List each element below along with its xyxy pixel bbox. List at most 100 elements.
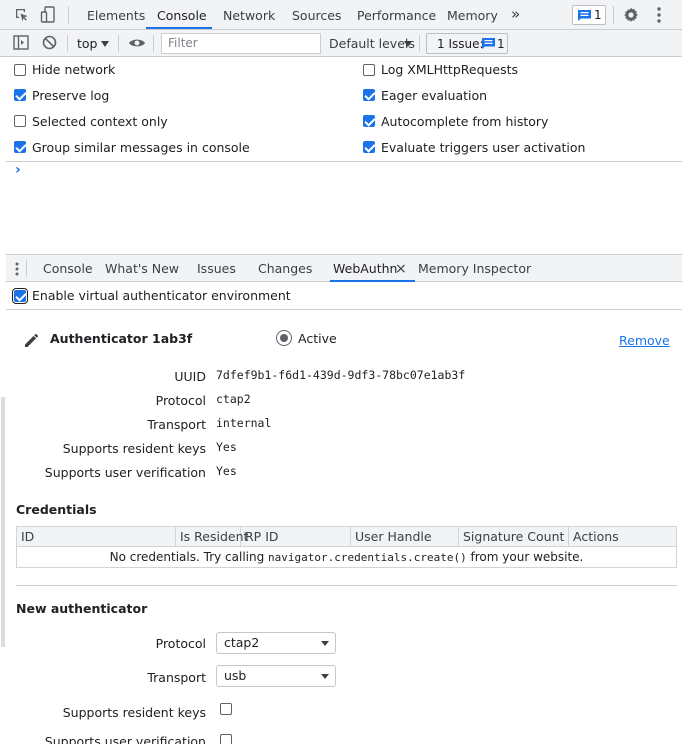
gear-icon[interactable] — [623, 7, 639, 23]
log-levels-dropdown[interactable]: Default levels — [329, 30, 415, 57]
toolbar-divider — [26, 260, 27, 277]
preserve-log-label: Preserve log — [32, 88, 110, 103]
device-toolbar-icon[interactable] — [40, 6, 56, 24]
context-selector[interactable]: top — [77, 30, 97, 57]
new-protocol-label: Protocol — [155, 636, 206, 651]
column-header-rp-id[interactable]: RP ID — [241, 527, 351, 547]
selected-context-checkbox[interactable] — [14, 115, 26, 127]
group-similar-label: Group similar messages in console — [32, 140, 250, 155]
drawer-tab-webauthn[interactable]: WebAuthn — [333, 255, 397, 282]
more-tabs-button[interactable]: » — [511, 0, 520, 30]
evaluate-triggers-label: Evaluate triggers user activation — [381, 140, 586, 155]
credentials-table-header: ID Is Resident RP ID User Handle Signatu… — [17, 527, 676, 547]
filter-input[interactable]: Filter — [161, 33, 321, 54]
transport-select[interactable]: usb — [216, 665, 336, 687]
tab-performance[interactable]: Performance — [357, 0, 436, 30]
settings-icon[interactable] — [677, 37, 682, 51]
clear-console-icon[interactable] — [42, 35, 57, 50]
protocol-select[interactable]: ctap2 — [216, 632, 336, 654]
credentials-table: ID Is Resident RP ID User Handle Signatu… — [16, 526, 677, 568]
drawer-tab-memory-inspector[interactable]: Memory Inspector — [418, 255, 531, 282]
credentials-title: Credentials — [16, 502, 97, 517]
authenticator-name: Authenticator 1ab3f — [50, 331, 193, 346]
chevron-down-icon — [404, 41, 412, 47]
user-verification-label: Supports user verification — [44, 465, 206, 480]
eager-evaluation-checkbox[interactable] — [363, 89, 375, 101]
active-radio[interactable] — [276, 330, 292, 346]
scrollbar-thumb[interactable] — [1, 397, 5, 647]
preserve-log-checkbox[interactable] — [14, 89, 26, 101]
autocomplete-checkbox[interactable] — [363, 115, 375, 127]
message-icon — [578, 10, 591, 21]
tab-network[interactable]: Network — [223, 0, 275, 30]
resident-keys-checkbox[interactable] — [220, 703, 232, 715]
log-xhr-label: Log XMLHttpRequests — [381, 62, 519, 77]
issues-badge-button[interactable]: 1 — [572, 5, 606, 25]
evaluate-triggers-checkbox[interactable] — [363, 141, 375, 153]
group-similar-checkbox[interactable] — [14, 141, 26, 153]
enable-virtual-authenticator-checkbox[interactable] — [12, 288, 28, 304]
hide-network-checkbox[interactable] — [14, 64, 26, 76]
issues-button[interactable]: 1 Issue: 1 — [426, 33, 508, 54]
console-settings-pane: Hide network Preserve log Selected conte… — [6, 57, 682, 162]
main-toolbar: Elements Console Network Sources Perform… — [0, 0, 682, 30]
pencil-icon[interactable] — [24, 332, 40, 348]
tab-console[interactable]: Console — [157, 0, 207, 30]
empty-message-suffix: from your website. — [466, 550, 584, 564]
close-icon[interactable]: × — [395, 255, 407, 282]
tab-elements[interactable]: Elements — [87, 0, 145, 30]
eye-icon[interactable] — [128, 37, 146, 49]
column-header-is-resident[interactable]: Is Resident — [176, 527, 248, 547]
column-header-signature-count[interactable]: Signature Count — [459, 527, 569, 547]
column-header-id[interactable]: ID — [17, 527, 176, 547]
chevron-down-icon — [101, 41, 109, 47]
chevron-down-icon — [321, 674, 329, 679]
resident-keys-label: Supports resident keys — [62, 441, 206, 456]
new-user-verification-label: Supports user verification — [44, 734, 206, 744]
autocomplete-label: Autocomplete from history — [381, 114, 549, 129]
protocol-label: Protocol — [155, 393, 206, 408]
enable-virtual-authenticator-label: Enable virtual authenticator environment — [32, 288, 291, 303]
new-transport-label: Transport — [147, 670, 206, 685]
drawer-tab-whats-new[interactable]: What's New — [105, 255, 179, 282]
issues-button-count: 1 — [497, 37, 505, 51]
filter-placeholder: Filter — [168, 36, 198, 50]
issues-badge-count: 1 — [594, 8, 602, 22]
radio-dot-icon — [280, 334, 288, 342]
drawer-menu-icon[interactable] — [15, 262, 19, 276]
resident-keys-value: Yes — [216, 440, 237, 454]
protocol-select-value: ctap2 — [224, 635, 260, 650]
message-icon — [482, 38, 495, 49]
toolbar-divider — [419, 35, 420, 52]
console-prompt-area[interactable]: › — [6, 162, 682, 254]
tab-sources[interactable]: Sources — [292, 0, 341, 30]
column-header-user-handle[interactable]: User Handle — [351, 527, 459, 547]
remove-authenticator-link[interactable]: Remove — [619, 333, 670, 348]
toolbar-divider — [67, 35, 68, 52]
transport-value: internal — [216, 416, 272, 430]
chevron-down-icon — [321, 641, 329, 646]
new-authenticator-title: New authenticator — [16, 601, 148, 616]
context-selector-value: top — [77, 36, 98, 51]
user-verification-checkbox[interactable] — [220, 734, 232, 744]
eager-evaluation-label: Eager evaluation — [381, 88, 488, 103]
drawer-tab-issues[interactable]: Issues — [197, 255, 236, 282]
active-tab-indicator — [146, 27, 212, 29]
sidebar-toggle-icon[interactable] — [13, 35, 29, 50]
uuid-label: UUID — [174, 369, 206, 384]
log-levels-label: Default levels — [329, 36, 415, 51]
toolbar-divider — [613, 6, 614, 24]
hide-network-label: Hide network — [32, 62, 116, 77]
kebab-menu-icon[interactable] — [657, 7, 661, 23]
active-label: Active — [298, 331, 337, 346]
drawer-tab-changes[interactable]: Changes — [258, 255, 312, 282]
log-xhr-checkbox[interactable] — [363, 64, 375, 76]
tab-memory[interactable]: Memory — [447, 0, 498, 30]
inspect-element-icon[interactable] — [14, 7, 30, 23]
toolbar-divider — [118, 35, 119, 52]
drawer-tab-console[interactable]: Console — [43, 255, 93, 282]
empty-message-prefix: No credentials. Try calling — [109, 550, 269, 564]
column-header-actions[interactable]: Actions — [569, 527, 676, 547]
empty-message-code: navigator.credentials.create() — [268, 551, 467, 564]
transport-label: Transport — [147, 417, 206, 432]
